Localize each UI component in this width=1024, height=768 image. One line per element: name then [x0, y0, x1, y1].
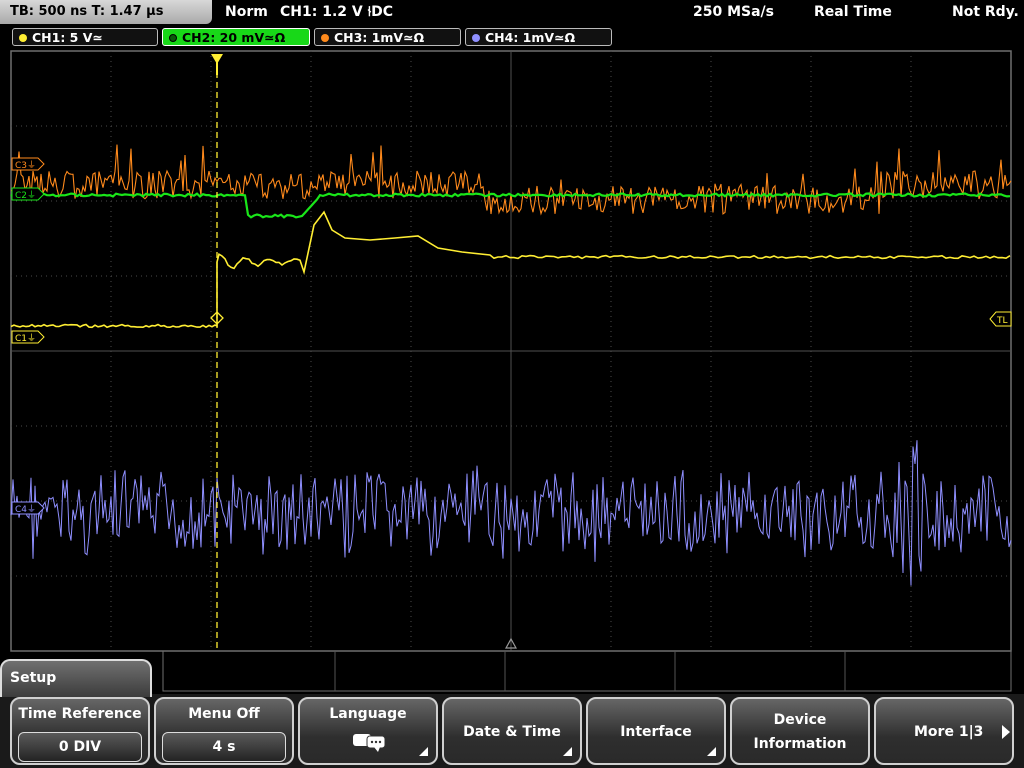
- waveform-display[interactable]: C3⏚ C2⏚ C1⏚ C4⏚ TL: [0, 0, 1024, 768]
- menu-off-button[interactable]: Menu Off 4 s: [154, 697, 294, 765]
- ch4-offset-marker-label: C4⏚: [15, 504, 36, 515]
- language-label: Language: [329, 706, 407, 722]
- device-information-label-1: Device: [773, 712, 827, 728]
- status-bar: TB: 500 ns T: 1.47 µs Norm CH1: 1.2 V ⫮D…: [0, 0, 1024, 25]
- ch2-offset-marker-label: C2⏚: [15, 190, 36, 201]
- sample-rate: 250 MSa/s: [693, 4, 775, 20]
- ch3-label: CH3: 1mV≃Ω: [334, 30, 425, 45]
- ch3-color-dot: [321, 34, 329, 42]
- submenu-corner-icon: [707, 747, 716, 756]
- ch1-label: CH1: 5 V≃: [32, 30, 103, 45]
- trigger-source[interactable]: CH1: 1.2 V ⫮DC: [280, 0, 393, 24]
- submenu-corner-icon: [419, 747, 428, 756]
- language-button[interactable]: Language: [298, 697, 438, 765]
- ch2-label: CH2: 20 mV≃Ω: [182, 30, 286, 45]
- channel-tab-ch3[interactable]: CH3: 1mV≃Ω: [314, 28, 461, 46]
- date-time-label: Date & Time: [463, 724, 561, 740]
- acquisition-mode: Real Time: [814, 4, 892, 20]
- channel-tab-ch1[interactable]: CH1: 5 V≃: [12, 28, 158, 46]
- menu-title: Setup: [10, 670, 57, 686]
- play-arrow-icon: [1002, 725, 1010, 739]
- zoom-strip: [162, 650, 1012, 692]
- ch4-color-dot: [472, 34, 480, 42]
- menu-off-value[interactable]: 4 s: [162, 732, 286, 762]
- more-button[interactable]: More 1|3: [874, 697, 1014, 765]
- device-information-button[interactable]: Device Information: [730, 697, 870, 765]
- ch1-offset-marker-label: C1⏚: [15, 333, 36, 344]
- interface-button[interactable]: Interface: [586, 697, 726, 765]
- timebase-readout[interactable]: TB: 500 ns T: 1.47 µs: [0, 0, 212, 24]
- graticule-grid: [10, 50, 1012, 692]
- time-reference-label: Time Reference: [18, 706, 142, 722]
- ch4-label: CH4: 1mV≃Ω: [485, 30, 576, 45]
- more-label: More 1|3: [914, 724, 984, 740]
- trigger-level-label: TL: [996, 316, 1008, 326]
- date-time-button[interactable]: Date & Time: [442, 697, 582, 765]
- menu-title-tab: Setup: [0, 659, 152, 697]
- submenu-corner-icon: [563, 747, 572, 756]
- channel-tab-ch2[interactable]: CH2: 20 mV≃Ω: [162, 28, 310, 46]
- ch3-offset-marker-label: C3⏚: [15, 160, 36, 171]
- menu-off-label: Menu Off: [188, 706, 260, 722]
- ch2-color-dot: [169, 34, 177, 42]
- time-reference-button[interactable]: Time Reference 0 DIV: [10, 697, 150, 765]
- ready-status: Not Rdy.: [952, 4, 1019, 20]
- ch1-color-dot: [19, 34, 27, 42]
- device-information-label-2: Information: [753, 736, 847, 752]
- speech-bubbles-icon: [353, 734, 386, 752]
- interface-label: Interface: [620, 724, 692, 740]
- channel-tab-ch4[interactable]: CH4: 1mV≃Ω: [465, 28, 612, 46]
- time-reference-value[interactable]: 0 DIV: [18, 732, 142, 762]
- trigger-mode[interactable]: Norm: [225, 0, 268, 24]
